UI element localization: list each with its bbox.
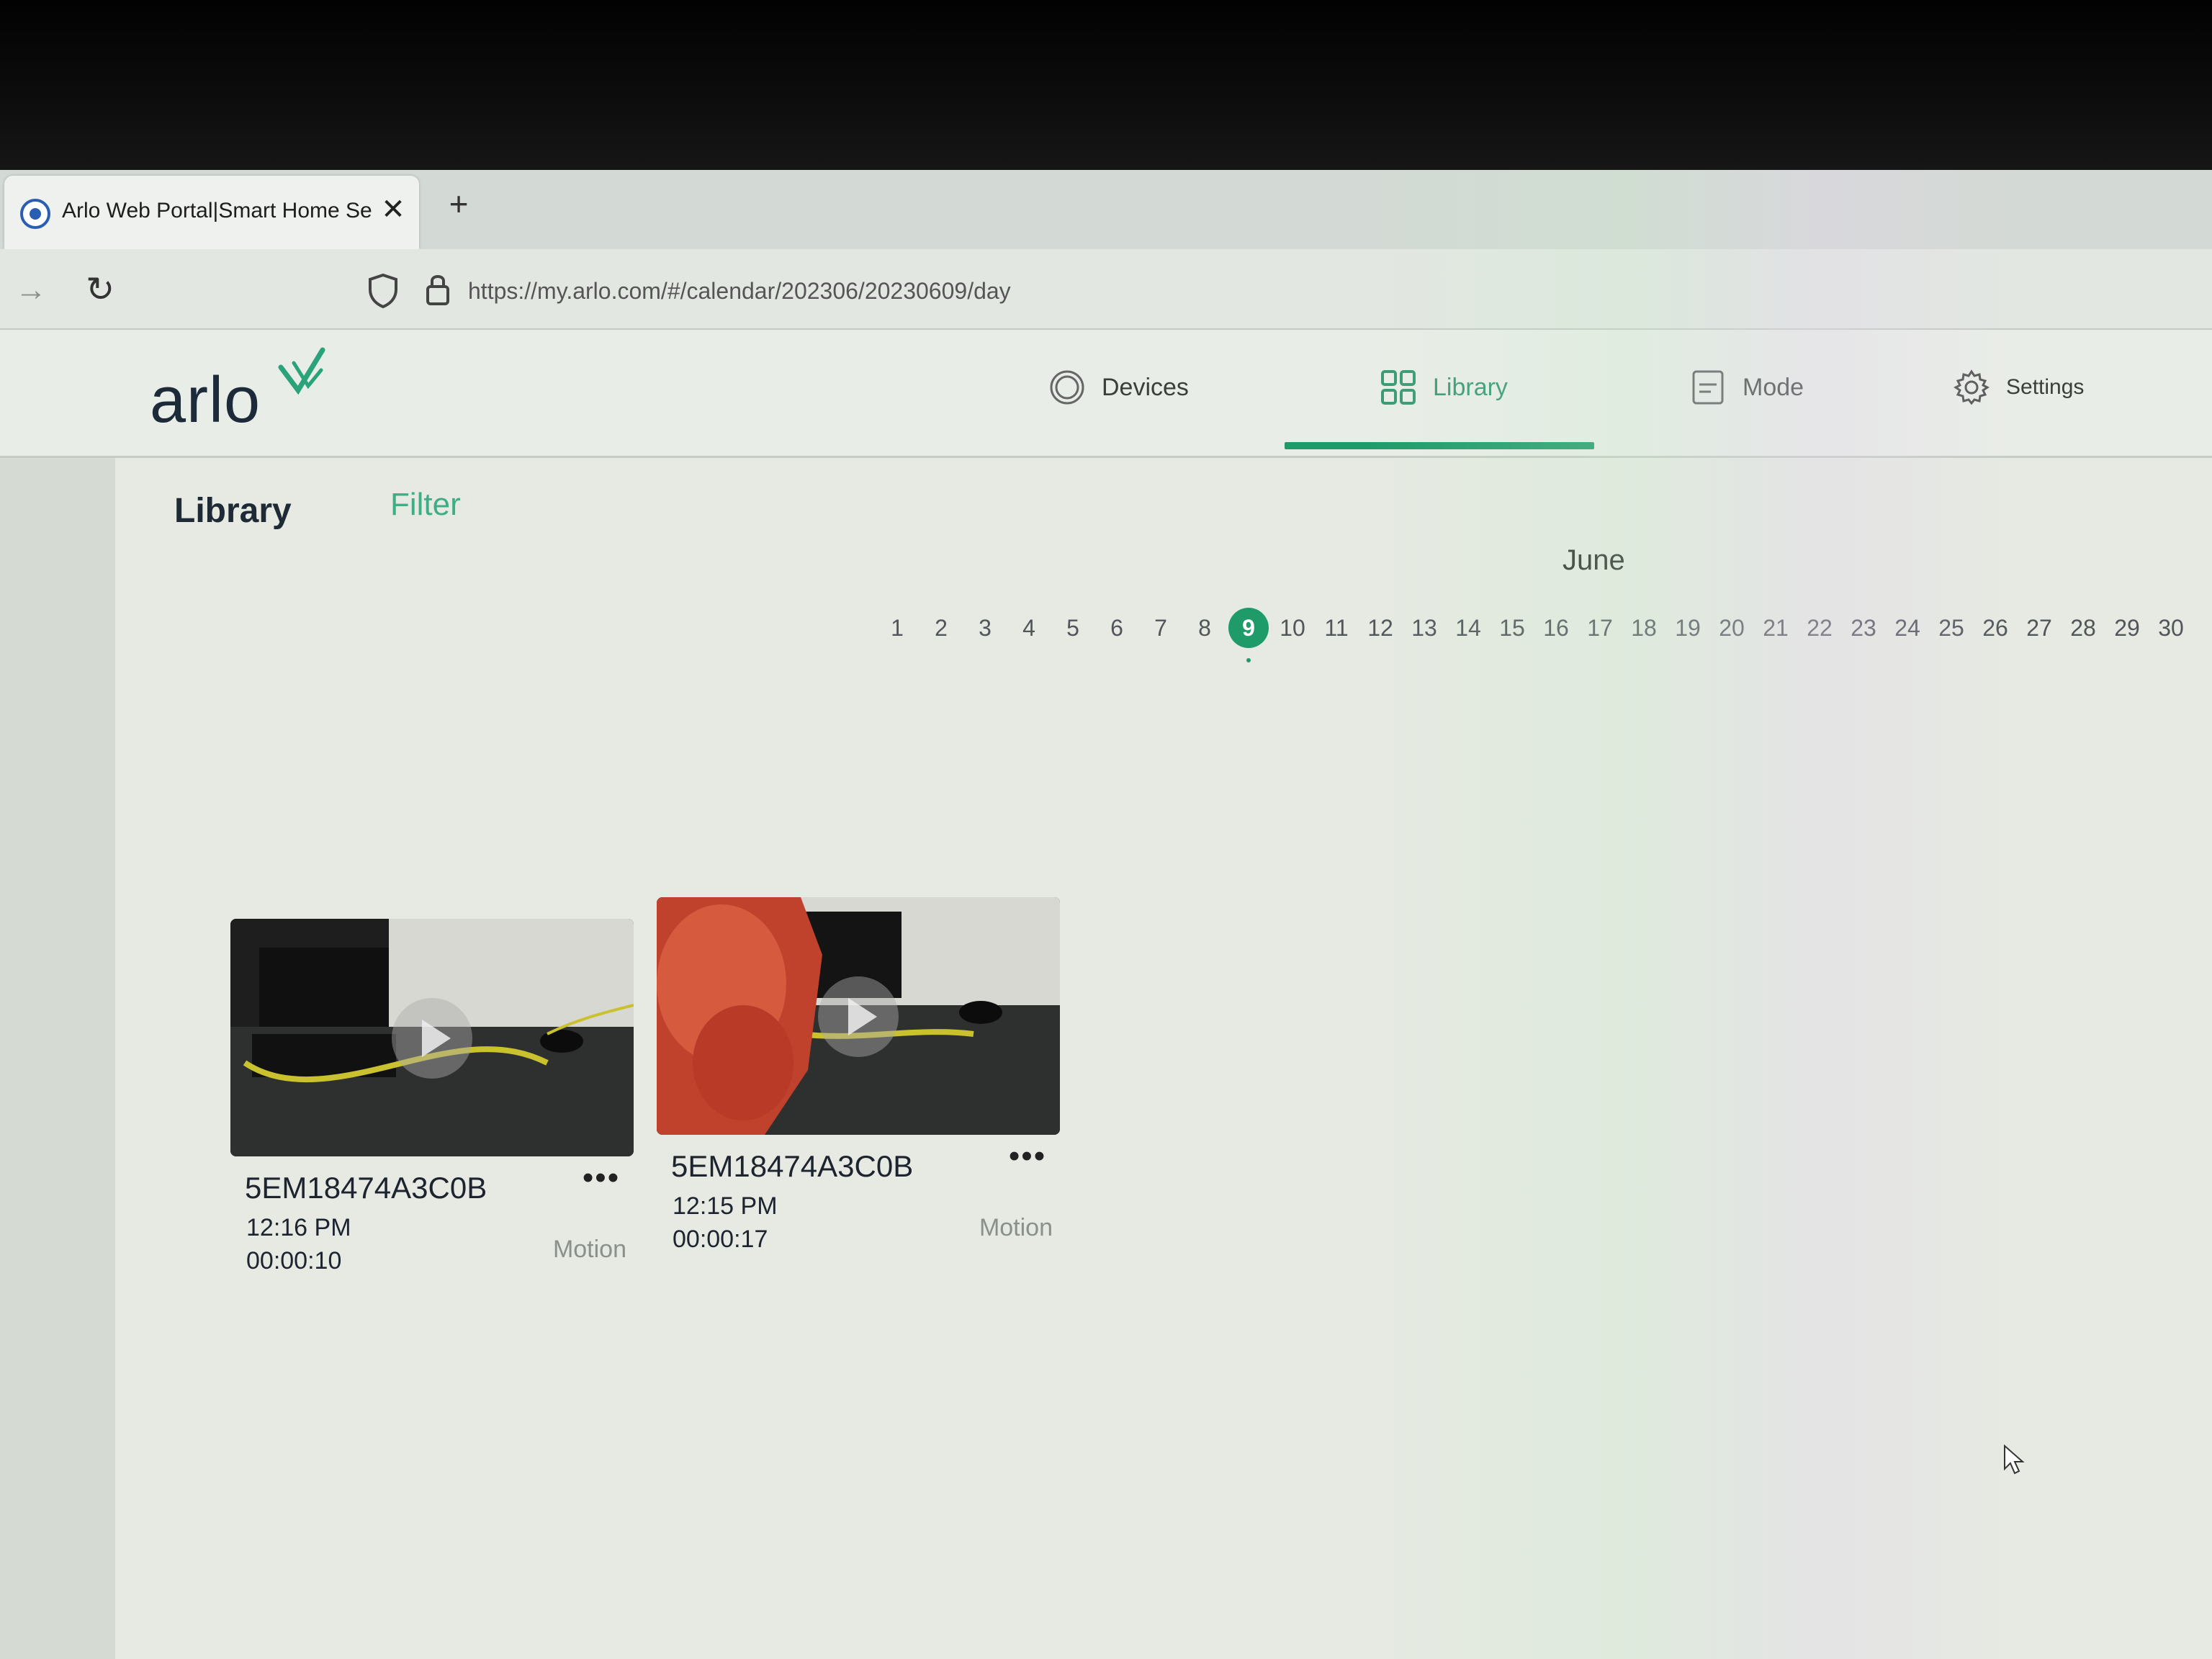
more-options-icon[interactable]: •••: [1002, 1141, 1053, 1178]
day-item[interactable]: 21: [1755, 608, 1796, 648]
day-item[interactable]: 24: [1887, 608, 1928, 648]
arlo-logo[interactable]: arlo: [150, 346, 330, 439]
day-item[interactable]: 23: [1843, 608, 1884, 648]
day-item[interactable]: 5: [1053, 608, 1093, 648]
library-main: Library Filter June 1 2 3 4 5 6 7 8 9 10 11 12 13 14 1…: [115, 458, 2212, 1659]
browser-tabstrip: Arlo Web Portal|Smart Home Se ✕ +: [0, 170, 2212, 249]
browser-navbar: → ↻ https://my.arlo.com/#/calendar/20230…: [0, 249, 2212, 330]
day-item[interactable]: 17: [1580, 608, 1620, 648]
active-tab-indicator: [1285, 442, 1594, 449]
tab-title: Arlo Web Portal|Smart Home Se: [62, 199, 372, 222]
logo-text: arlo: [150, 364, 261, 436]
day-selected[interactable]: 9: [1228, 608, 1269, 662]
day-item[interactable]: 6: [1097, 608, 1137, 648]
gear-icon: [1954, 369, 1990, 405]
recording-thumbnail[interactable]: [657, 897, 1060, 1135]
play-icon[interactable]: [818, 976, 899, 1057]
day-item[interactable]: 27: [2019, 608, 2059, 648]
recording-card[interactable]: 5EM18474A3C0B ••• 12:16 PM 00:00:10 Moti…: [230, 919, 634, 1293]
day-item[interactable]: 14: [1448, 608, 1488, 648]
day-item[interactable]: 15: [1492, 608, 1532, 648]
tab-settings[interactable]: Settings: [1953, 359, 2111, 416]
day-item[interactable]: 26: [1975, 608, 2015, 648]
tab-mode-label: Mode: [1743, 373, 1804, 401]
day-item[interactable]: 20: [1712, 608, 1752, 648]
recording-card[interactable]: 5EM18474A3C0B ••• 12:15 PM 00:00:17 Moti…: [657, 897, 1060, 1272]
day-item[interactable]: 30: [2151, 608, 2191, 648]
tab-library-label: Library: [1433, 373, 1508, 401]
day-item[interactable]: 2: [921, 608, 961, 648]
forward-icon[interactable]: →: [13, 272, 49, 308]
day-item[interactable]: 11: [1316, 608, 1357, 648]
tab-mode[interactable]: Mode: [1689, 359, 1848, 416]
day-item[interactable]: 3: [965, 608, 1005, 648]
day-item[interactable]: 22: [1799, 608, 1840, 648]
day-item[interactable]: 25: [1931, 608, 1972, 648]
clip-time: 12:15 PM: [673, 1192, 778, 1220]
day-item[interactable]: 10: [1272, 608, 1313, 648]
browser-tab[interactable]: Arlo Web Portal|Smart Home Se ✕: [4, 176, 419, 249]
clip-trigger: Motion: [552, 1236, 626, 1263]
screen: Arlo Web Portal|Smart Home Se ✕ + → ↻ ht…: [0, 170, 2212, 1659]
new-tab-button[interactable]: +: [441, 186, 477, 222]
app-header: arlo Devices Library Mode Settings: [0, 330, 2212, 458]
filter-button[interactable]: Filter: [390, 487, 505, 530]
lock-icon[interactable]: [423, 271, 452, 308]
tab-library[interactable]: Library: [1380, 359, 1567, 416]
clip-device-name: 5EM18474A3C0B: [245, 1171, 487, 1205]
devices-icon: [1050, 370, 1084, 405]
page-title: Library: [174, 492, 292, 530]
arlo-favicon-icon: [20, 199, 50, 229]
day-item[interactable]: 18: [1624, 608, 1664, 648]
clip-trigger: Motion: [979, 1214, 1053, 1241]
day-item[interactable]: 4: [1009, 608, 1049, 648]
monitor-bezel: [0, 0, 2212, 170]
tab-devices-label: Devices: [1102, 373, 1189, 401]
clip-device-name: 5EM18474A3C0B: [671, 1149, 914, 1183]
day-item[interactable]: 19: [1668, 608, 1708, 648]
more-options-icon[interactable]: •••: [576, 1162, 626, 1200]
play-icon[interactable]: [392, 998, 472, 1079]
left-sidebar: [0, 458, 115, 1659]
month-label: June: [1563, 544, 1625, 576]
mode-icon: [1692, 370, 1724, 405]
bird-logo-icon: [278, 347, 325, 395]
tab-settings-label: Settings: [2006, 375, 2085, 399]
mouse-cursor-icon: [2004, 1444, 2025, 1475]
day-item[interactable]: 28: [2063, 608, 2103, 648]
day-item[interactable]: 1: [877, 608, 917, 648]
clip-duration: 00:00:10: [246, 1247, 342, 1274]
day-item[interactable]: 7: [1141, 608, 1181, 648]
day-item[interactable]: 8: [1184, 608, 1225, 648]
day-item[interactable]: 12: [1360, 608, 1401, 648]
tab-devices[interactable]: Devices: [1048, 359, 1236, 416]
close-tab-icon[interactable]: ✕: [379, 192, 408, 228]
clip-duration: 00:00:17: [673, 1226, 768, 1253]
recording-thumbnail[interactable]: [230, 919, 634, 1156]
day-picker: 1 2 3 4 5 6 7 8 9 10 11 12 13 14 15 16 17 18 19 20 21 22 23 24 2…: [877, 599, 2209, 662]
day-item[interactable]: 13: [1404, 608, 1444, 648]
clip-time: 12:16 PM: [246, 1214, 351, 1241]
reload-icon[interactable]: ↻: [81, 271, 120, 310]
library-grid-icon: [1381, 370, 1416, 405]
shield-icon[interactable]: [366, 272, 400, 310]
day-item[interactable]: 29: [2107, 608, 2147, 648]
day-item[interactable]: 16: [1536, 608, 1576, 648]
address-bar[interactable]: https://my.arlo.com/#/calendar/202306/20…: [468, 274, 1332, 308]
